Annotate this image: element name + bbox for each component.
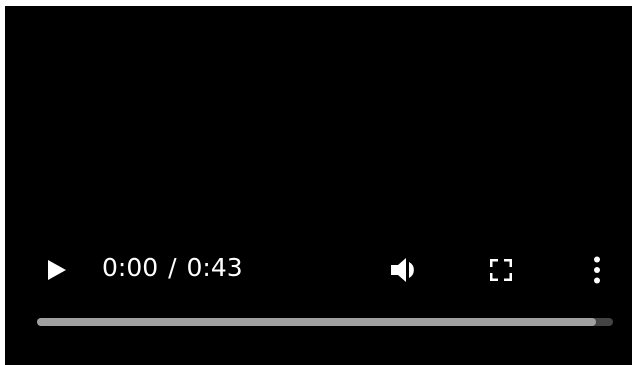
buffered-progress (37, 318, 596, 326)
more-vertical-icon (594, 256, 600, 284)
current-time: 0:00 (102, 253, 159, 282)
volume-icon (391, 258, 414, 282)
fullscreen-button[interactable] (485, 256, 517, 284)
fullscreen-icon (490, 259, 512, 281)
time-separator: / (168, 253, 177, 282)
video-player[interactable]: 0:00 / 0:43 (5, 6, 632, 365)
mute-button[interactable] (387, 255, 423, 285)
play-button[interactable] (43, 256, 71, 284)
duration: 0:43 (186, 253, 243, 282)
play-icon (48, 260, 66, 280)
time-display: 0:00 / 0:43 (102, 253, 243, 283)
progress-bar[interactable] (37, 318, 613, 326)
more-options-button[interactable] (583, 254, 611, 286)
